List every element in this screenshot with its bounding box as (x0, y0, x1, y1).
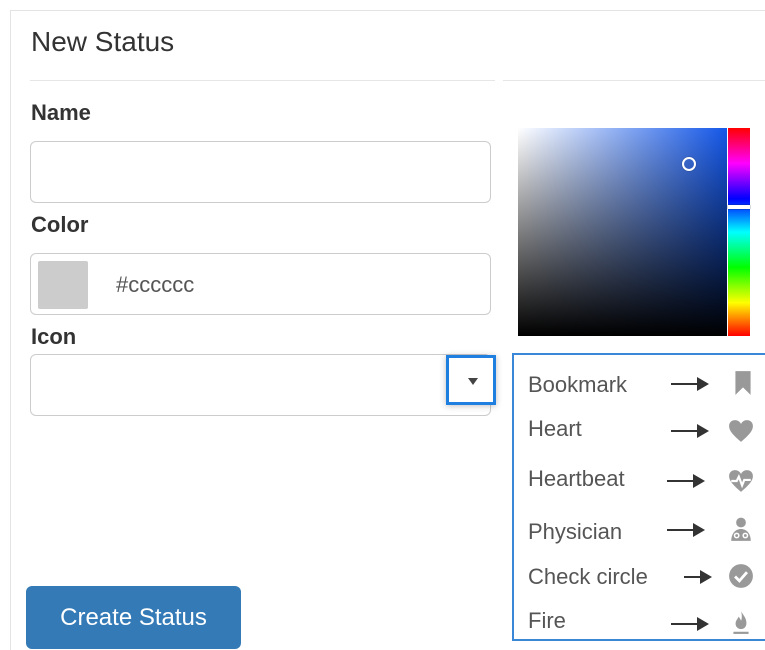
heartbeat-icon (729, 470, 753, 492)
bookmark-icon (735, 371, 751, 395)
panel-border (10, 10, 11, 650)
panel-border (10, 10, 765, 11)
icon-option-fire[interactable]: Fire (528, 608, 566, 634)
name-field[interactable] (30, 141, 491, 203)
color-value: #cccccc (116, 272, 195, 297)
name-label: Name (31, 100, 91, 125)
heart-icon (729, 420, 753, 442)
arrow-right-icon (684, 570, 724, 584)
color-picker-hue[interactable] (728, 128, 750, 336)
icon-option-heartbeat[interactable]: Heartbeat (528, 466, 625, 492)
header-divider (503, 80, 765, 81)
hue-slider-handle[interactable] (728, 205, 750, 209)
fire-icon (733, 611, 749, 634)
color-picker-handle[interactable] (682, 157, 696, 171)
arrow-right-icon (671, 617, 711, 631)
icon-select-toggle[interactable] (446, 355, 496, 405)
header-divider (30, 80, 495, 81)
icon-option-physician[interactable]: Physician (528, 519, 622, 545)
create-status-button[interactable]: Create Status (26, 586, 241, 649)
check-circle-icon (729, 564, 753, 588)
icon-label: Icon (31, 324, 77, 349)
color-field[interactable]: #cccccc (30, 253, 491, 315)
physician-icon (731, 517, 751, 541)
chevron-down-icon (468, 378, 478, 385)
arrow-right-icon (671, 424, 711, 438)
color-picker-saturation[interactable] (518, 128, 727, 336)
arrow-right-icon (667, 523, 707, 537)
icon-dropdown: Bookmark Heart Heartbeat Physician Check… (512, 353, 765, 641)
icon-option-check-circle[interactable]: Check circle (528, 564, 648, 590)
icon-select[interactable] (30, 354, 491, 416)
color-label: Color (31, 212, 89, 237)
color-swatch[interactable] (38, 261, 88, 309)
arrow-right-icon (671, 377, 711, 391)
icon-option-bookmark[interactable]: Bookmark (528, 372, 627, 398)
page-title: New Status (31, 26, 175, 57)
icon-option-heart[interactable]: Heart (528, 416, 582, 442)
arrow-right-icon (667, 474, 707, 488)
